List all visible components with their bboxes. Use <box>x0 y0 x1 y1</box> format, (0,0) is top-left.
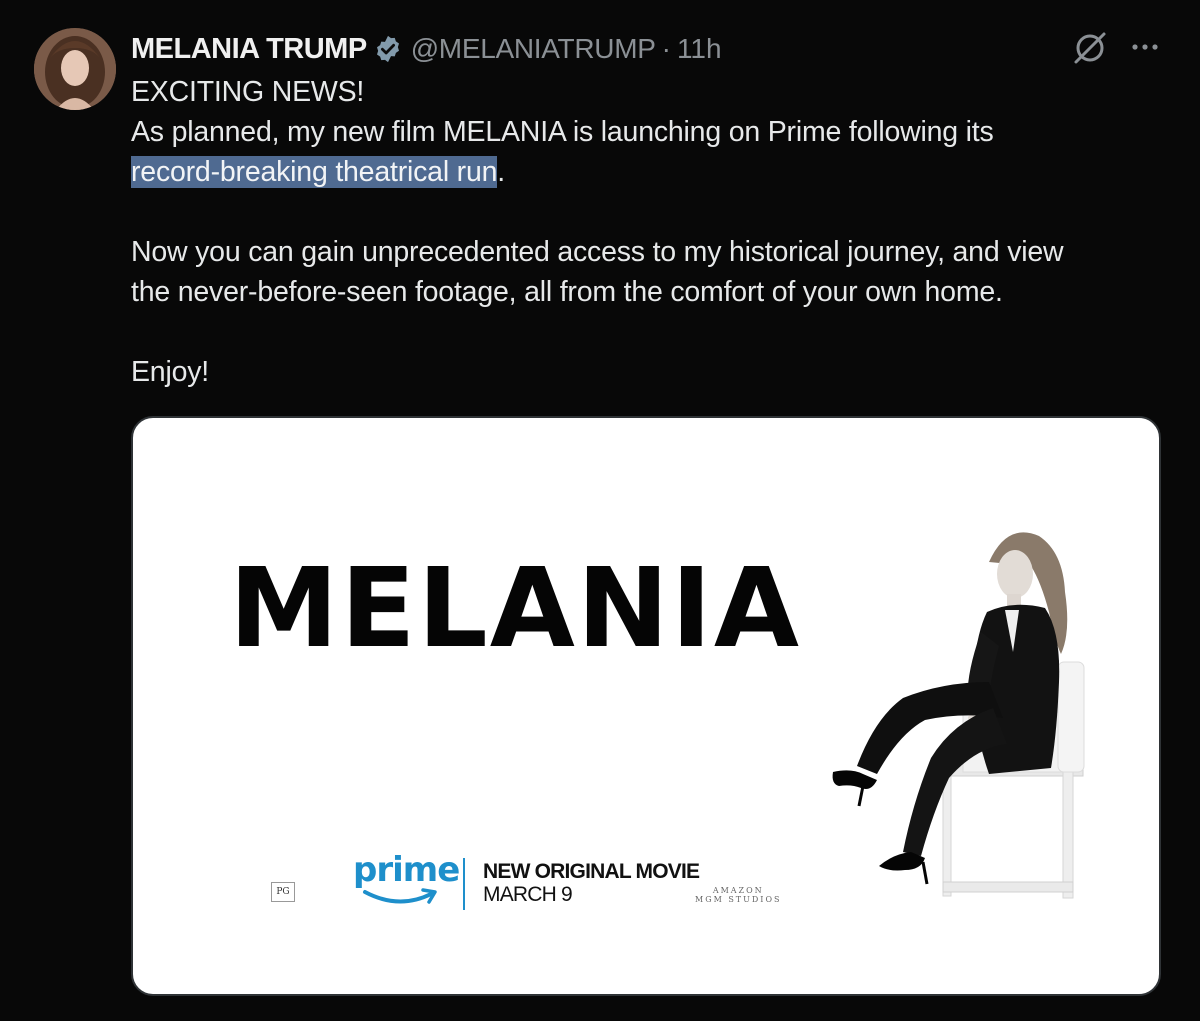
tweet-text-period: . <box>497 156 505 188</box>
media-image[interactable]: MELANIA PG prime NEW ORIGINAL MOVIE MARC… <box>131 416 1161 996</box>
tweet-text-line: EXCITING NEWS! <box>131 76 365 108</box>
prime-smile-icon <box>363 888 437 904</box>
pg-rating-badge: PG <box>271 882 295 902</box>
display-name[interactable]: MELANIA TRUMP <box>131 33 367 66</box>
tweet-header: MELANIA TRUMP @MELANIATRUMP · 11h <box>131 30 722 68</box>
handle[interactable]: @MELANIATRUMP <box>411 33 656 65</box>
grok-icon[interactable] <box>1070 28 1110 68</box>
tweet-text-line: the never-before-seen footage, all from … <box>131 276 1003 308</box>
tweet-text-line: record-breaking theatrical run. <box>131 152 505 192</box>
tweet-text-line: Enjoy! <box>131 356 210 388</box>
tweet-text-line: As planned, my new film MELANIA is launc… <box>131 116 994 148</box>
logo-divider <box>463 858 465 910</box>
prime-wordmark: prime <box>353 850 460 890</box>
movie-title: MELANIA <box>229 544 801 672</box>
studio-line: MGM STUDIOS <box>695 895 782 904</box>
promo-text: NEW ORIGINAL MOVIE MARCH 9 <box>483 860 700 906</box>
tweet-card[interactable]: MELANIA TRUMP @MELANIATRUMP · 11h EXCITI… <box>0 0 1200 1021</box>
studio-line: AMAZON <box>712 886 764 895</box>
separator-dot: · <box>661 33 671 64</box>
selected-text: record-breaking theatrical run <box>131 156 498 188</box>
studio-logo: AMAZON MGM STUDIOS <box>695 886 782 904</box>
verified-badge-icon[interactable] <box>373 34 403 64</box>
portrait-illustration <box>793 522 1093 912</box>
more-options-icon[interactable] <box>1128 30 1162 64</box>
avatar[interactable] <box>34 28 116 110</box>
prime-logo: prime <box>353 850 460 912</box>
timestamp[interactable]: 11h <box>677 33 722 65</box>
promo-headline: NEW ORIGINAL MOVIE <box>483 860 700 883</box>
tweet-text-line: Now you can gain unprecedented access to… <box>131 236 1064 268</box>
release-date: MARCH 9 <box>483 883 573 906</box>
